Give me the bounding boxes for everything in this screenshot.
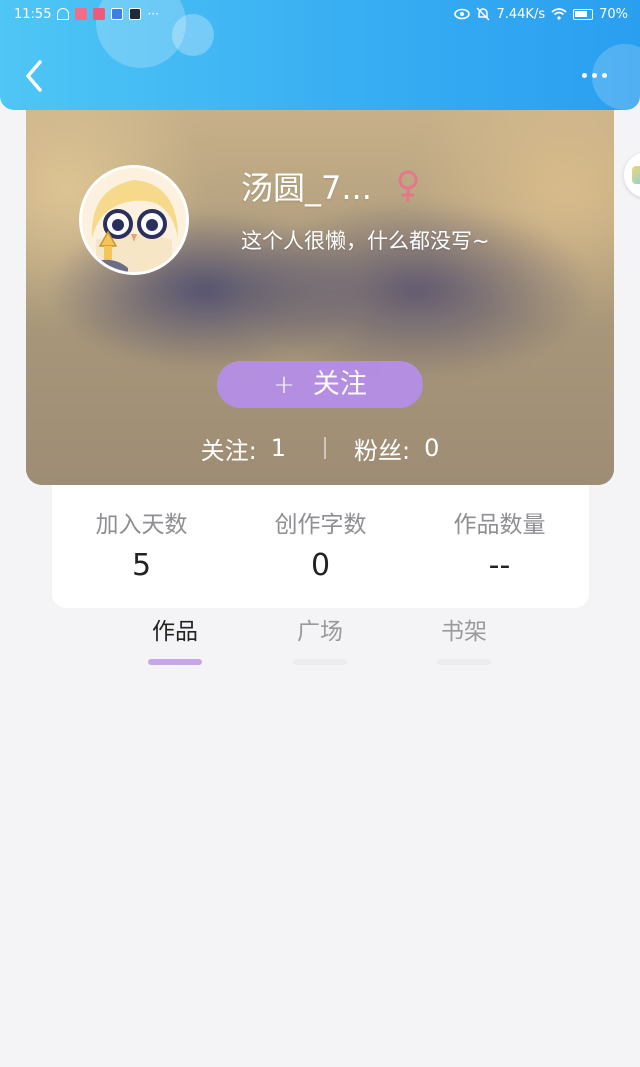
back-button[interactable] <box>22 58 48 94</box>
network-speed: 7.44K/s <box>496 6 546 22</box>
wifi-icon <box>551 8 567 20</box>
tab-indicator <box>148 659 202 665</box>
tab-square[interactable]: 广场 <box>293 614 347 670</box>
stat-works-count: 作品数量 -- <box>410 484 589 608</box>
follow-button-label: 关注 <box>312 368 367 400</box>
stat-join-days: 加入天数 5 <box>52 484 231 608</box>
followers-label: 粉丝: <box>354 436 411 465</box>
warning-icon <box>57 8 70 20</box>
stat-value: -- <box>488 548 511 583</box>
status-left: 11:55 ··· <box>14 7 159 22</box>
tab-indicator <box>293 659 347 665</box>
chevron-left-icon <box>26 60 42 92</box>
follow-stats: 关注: 1 粉丝: 0 <box>26 430 614 466</box>
app-notification-icon <box>93 8 106 20</box>
following-stat[interactable]: 关注: 1 <box>201 431 286 466</box>
avatar[interactable] <box>79 165 189 275</box>
status-right: 7.44K/s 70% <box>454 7 628 22</box>
username: 汤圆_7... <box>241 169 372 207</box>
avatar-image <box>82 168 186 272</box>
plus-icon: + <box>273 369 295 400</box>
stat-label: 创作字数 <box>274 512 367 538</box>
stat-word-count: 创作字数 0 <box>231 484 410 608</box>
app-notification-icon <box>129 8 142 20</box>
header-bar: 11:55 ··· 7.44K/s 70% <box>0 0 640 110</box>
stat-value: 0 <box>310 548 331 583</box>
app-notification-icon <box>75 8 88 20</box>
floating-side-widget[interactable] <box>624 152 640 198</box>
more-notifications-icon: ··· <box>147 7 159 21</box>
more-button[interactable] <box>572 62 616 88</box>
profile-card: 汤圆_7... 这个人很懒，什么都没写~ + 关注 关注: 1 粉丝: 0 <box>26 100 614 485</box>
tab-label: 作品 <box>152 619 198 645</box>
more-dots-icon <box>591 72 597 78</box>
stat-divider <box>324 437 326 459</box>
eye-icon <box>454 8 471 20</box>
stat-label: 加入天数 <box>95 512 188 538</box>
followers-count: 0 <box>424 434 440 462</box>
battery-percent: 70% <box>599 6 628 22</box>
status-bar: 11:55 ··· 7.44K/s 70% <box>0 0 640 28</box>
profile-background <box>26 100 614 485</box>
stats-card: 加入天数 5 创作字数 0 作品数量 -- <box>52 484 589 608</box>
more-dots-icon <box>601 72 607 78</box>
tab-label: 书架 <box>441 619 487 645</box>
female-icon <box>398 170 418 202</box>
following-count: 1 <box>270 434 286 462</box>
battery-icon <box>573 8 594 20</box>
stat-value: 5 <box>131 548 152 583</box>
status-time: 11:55 <box>14 6 52 22</box>
tab-bookshelf[interactable]: 书架 <box>437 614 491 670</box>
mute-icon <box>476 7 490 21</box>
tab-indicator <box>437 659 491 665</box>
user-bio: 这个人很懒，什么都没写~ <box>241 229 490 253</box>
stat-label: 作品数量 <box>453 512 546 538</box>
tab-label: 广场 <box>297 619 343 645</box>
follow-button[interactable]: + 关注 <box>217 361 423 408</box>
followers-stat[interactable]: 粉丝: 0 <box>354 431 439 466</box>
following-label: 关注: <box>200 436 257 465</box>
more-dots-icon <box>581 72 587 78</box>
app-notification-icon <box>111 8 124 20</box>
tab-works[interactable]: 作品 <box>148 614 202 670</box>
